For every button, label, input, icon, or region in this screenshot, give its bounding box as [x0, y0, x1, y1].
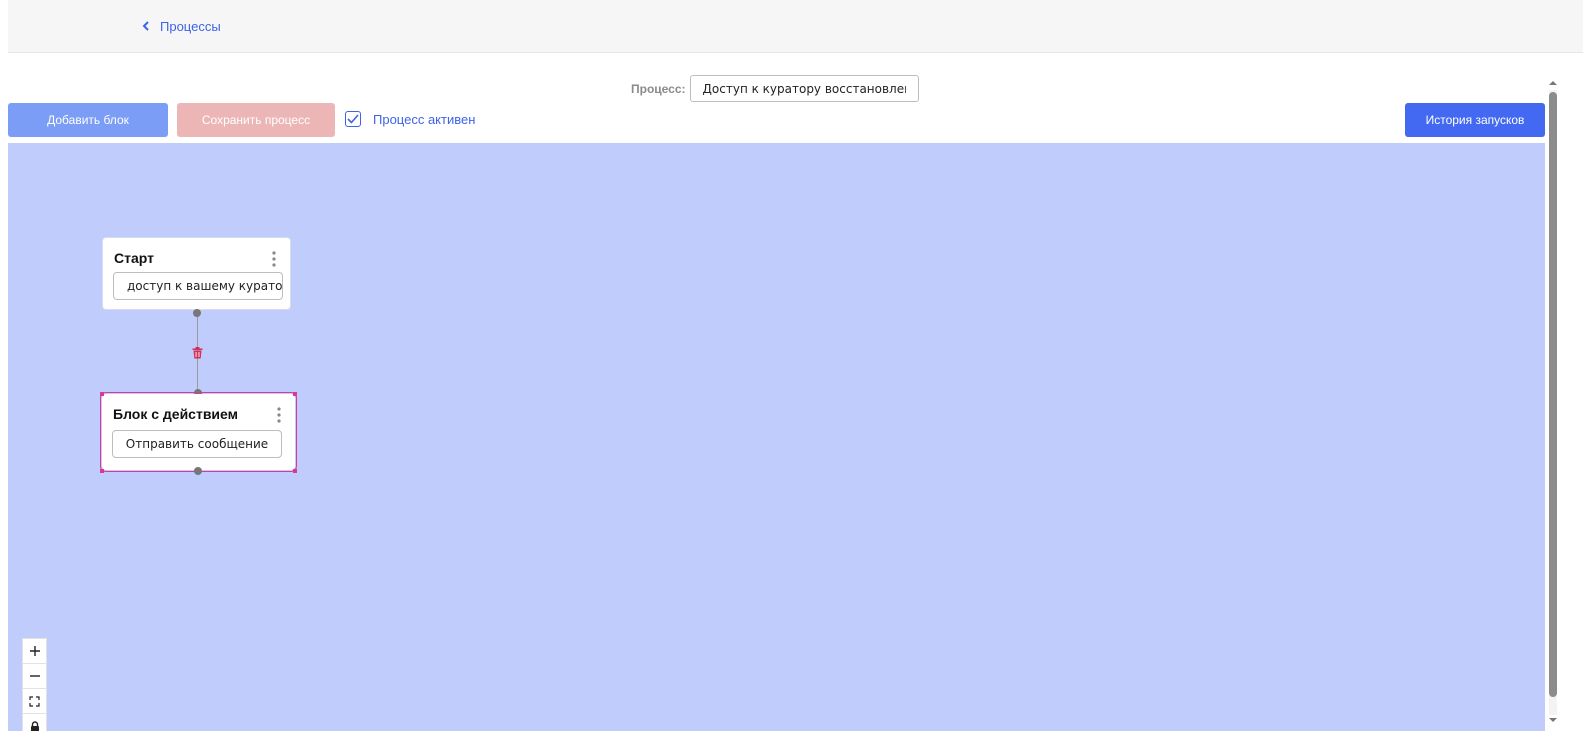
zoom-in-button[interactable]: [23, 639, 46, 664]
selection-corner: [100, 392, 104, 396]
zoom-out-button[interactable]: [23, 664, 46, 689]
node-title: Старт: [114, 250, 154, 266]
process-active-checkbox[interactable]: Процесс активен: [345, 111, 475, 127]
more-vertical-icon[interactable]: [270, 250, 278, 268]
canvas-controls: [22, 638, 47, 731]
start-node-output-handle[interactable]: [193, 309, 201, 317]
scroll-up-arrow-icon[interactable]: [1548, 78, 1558, 88]
process-label: Процесс:: [631, 81, 686, 96]
process-active-label[interactable]: Процесс активен: [373, 112, 475, 127]
scroll-down-arrow-icon[interactable]: [1548, 715, 1558, 725]
chevron-left-icon: [142, 21, 149, 31]
back-link[interactable]: Процессы: [142, 17, 221, 35]
lock-button[interactable]: [23, 714, 46, 731]
add-block-button[interactable]: Добавить блок: [8, 103, 168, 137]
start-node[interactable]: Старт доступ к вашему куратору: [102, 237, 291, 310]
checkbox-checked-icon[interactable]: [345, 111, 361, 127]
action-select-field[interactable]: Отправить сообщение: [112, 430, 282, 458]
page-scrollbar[interactable]: [1546, 76, 1560, 731]
fit-view-icon: [29, 695, 40, 707]
flow-canvas[interactable]: Старт доступ к вашему куратору Блок с де…: [8, 143, 1545, 731]
selection-corner: [100, 469, 104, 473]
scroll-thumb[interactable]: [1549, 92, 1557, 697]
plus-icon: [29, 646, 40, 656]
more-vertical-icon[interactable]: [275, 406, 283, 424]
save-process-button[interactable]: Сохранить процесс: [177, 103, 335, 137]
run-history-button[interactable]: История запусков: [1405, 103, 1545, 137]
trash-icon[interactable]: [192, 347, 203, 359]
selection-corner: [293, 469, 297, 473]
lock-icon: [30, 720, 39, 731]
process-name-input[interactable]: [689, 75, 919, 102]
top-bar: Процессы: [8, 0, 1583, 53]
action-node-output-handle[interactable]: [194, 467, 202, 475]
selection-corner: [293, 392, 297, 396]
action-node[interactable]: Блок с действием Отправить сообщение: [100, 392, 297, 472]
start-trigger-field[interactable]: доступ к вашему куратору: [113, 272, 283, 300]
node-title: Блок с действием: [113, 406, 238, 422]
fit-view-button[interactable]: [23, 689, 46, 714]
minus-icon: [29, 675, 40, 677]
back-link-label: Процессы: [160, 18, 221, 34]
process-name-row: Процесс:: [631, 74, 919, 103]
